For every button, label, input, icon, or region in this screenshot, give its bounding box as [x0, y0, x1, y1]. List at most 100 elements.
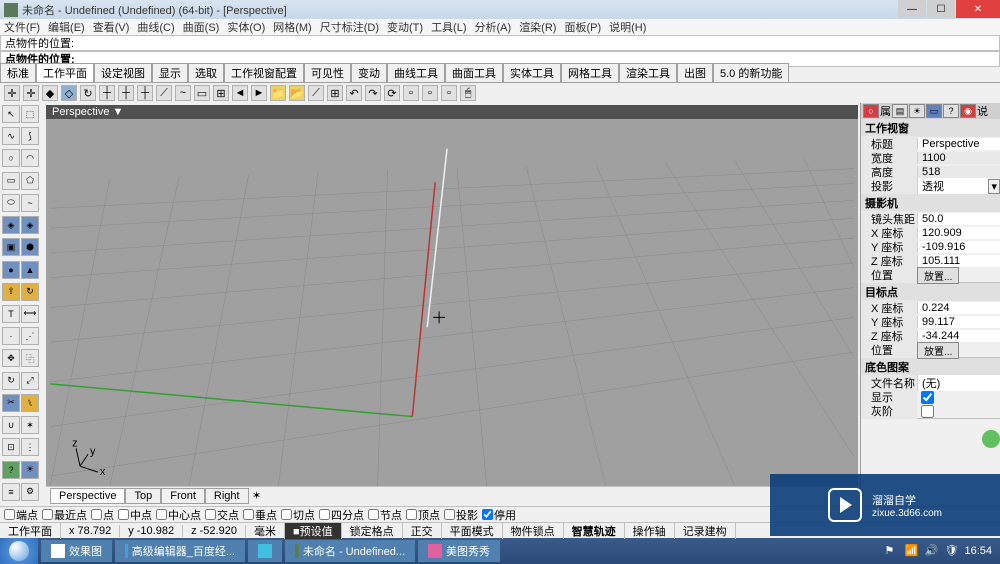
tab-curvetools[interactable]: 曲线工具 — [387, 63, 445, 82]
task-item-3[interactable] — [248, 540, 282, 562]
tab-rendertools[interactable]: 渲染工具 — [619, 63, 677, 82]
task-item-4[interactable]: 未命名 - Undefined... — [285, 540, 415, 562]
osnap-near[interactable]: 最近点 — [42, 507, 87, 523]
menu-edit[interactable]: 编辑(E) — [48, 19, 85, 35]
menu-dimension[interactable]: 尺寸标注(D) — [320, 19, 379, 35]
cplane-world-icon[interactable]: ⊞ — [213, 85, 229, 101]
cplane-origin-icon[interactable]: ◆ — [42, 85, 58, 101]
tab-solidtools[interactable]: 实体工具 — [503, 63, 561, 82]
tab-transform[interactable]: 变动 — [351, 63, 387, 82]
mouse-icon[interactable]: 🖱 — [460, 85, 476, 101]
task-item-5[interactable]: 美图秀秀 — [418, 540, 500, 562]
split-tool[interactable]: ⑊ — [21, 394, 39, 412]
status-snap[interactable]: 锁定格点 — [342, 523, 403, 539]
viewtab-add[interactable]: ✶ — [249, 489, 265, 502]
rotate-tool[interactable]: ↻ — [2, 372, 20, 390]
osnap-tan[interactable]: 切点 — [281, 507, 315, 523]
panel-tab-layers[interactable]: ▤ — [892, 104, 908, 118]
curve-tool[interactable]: ⟆ — [21, 127, 39, 145]
tab-viewport[interactable]: 工作视窗配置 — [224, 63, 304, 82]
cplane-save-icon[interactable]: 📂 — [289, 85, 305, 101]
status-planar[interactable]: 平面模式 — [442, 523, 503, 539]
tab-visibility[interactable]: 可见性 — [304, 63, 351, 82]
panel-tab-props[interactable]: ○ — [863, 104, 879, 118]
value-camy[interactable]: -109.916 — [917, 241, 1000, 253]
command-history[interactable]: 点物件的位置: — [0, 35, 1000, 51]
panel-tab-notes-icon[interactable]: ◉ — [960, 104, 976, 118]
menu-view[interactable]: 查看(V) — [93, 19, 130, 35]
menu-help[interactable]: 说明(H) — [609, 19, 646, 35]
menu-render[interactable]: 渲染(R) — [519, 19, 556, 35]
status-cplane[interactable]: 工作平面 — [0, 523, 61, 539]
menu-panels[interactable]: 面板(P) — [564, 19, 601, 35]
value-tx[interactable]: 0.224 — [917, 302, 1000, 314]
status-record[interactable]: 记录建构 — [675, 523, 736, 539]
rect-tool[interactable]: ▭ — [2, 172, 20, 190]
menu-transform[interactable]: 变动(T) — [387, 19, 423, 35]
revolve-tool[interactable]: ↻ — [21, 283, 39, 301]
move-tool[interactable]: ✥ — [2, 349, 20, 367]
status-smart[interactable]: 智慧轨迹 — [564, 523, 625, 539]
point-tool[interactable]: · — [2, 327, 20, 345]
clock[interactable]: 16:54 — [964, 545, 992, 557]
tray-shield-icon[interactable]: 🛡 — [944, 544, 958, 558]
value-camx[interactable]: 120.909 — [917, 227, 1000, 239]
button-campos[interactable]: 放置... — [917, 267, 959, 284]
start-button[interactable] — [0, 538, 38, 564]
osnap-quad[interactable]: 四分点 — [319, 507, 364, 523]
osnap-disable[interactable]: 停用 — [482, 507, 516, 523]
grid-icon[interactable]: ⊞ — [327, 85, 343, 101]
cplane-next-icon[interactable]: ► — [251, 85, 267, 101]
osnap-cen[interactable]: 中心点 — [156, 507, 201, 523]
osnap-project[interactable]: 投影 — [444, 507, 478, 523]
panel-tab-help[interactable]: ? — [943, 104, 959, 118]
cplane-named-icon[interactable]: 📁 — [270, 85, 286, 101]
tray-network-icon[interactable]: 📶 — [904, 544, 918, 558]
status-unit[interactable]: 毫米 — [246, 523, 285, 539]
viewtab-right[interactable]: Right — [205, 488, 249, 504]
cplane-view-icon[interactable]: ▭ — [194, 85, 210, 101]
tab-meshtools[interactable]: 网格工具 — [561, 63, 619, 82]
menu-analyze[interactable]: 分析(A) — [475, 19, 512, 35]
array-tool[interactable]: ⋮ — [21, 438, 39, 456]
value-ty[interactable]: 99.117 — [917, 316, 1000, 328]
osnap-vertex[interactable]: 顶点 — [406, 507, 440, 523]
status-lock[interactable]: 物件锁点 — [503, 523, 564, 539]
close-button[interactable]: ✕ — [956, 0, 1000, 18]
freeform-tool[interactable]: ~ — [21, 194, 39, 212]
trim-tool[interactable]: ✂ — [2, 394, 20, 412]
undo-icon[interactable]: ↶ — [346, 85, 362, 101]
join-tool[interactable]: ∪ — [2, 416, 20, 434]
value-file[interactable]: (无) — [917, 375, 1000, 391]
tab-select[interactable]: 选取 — [188, 63, 224, 82]
osnap-point[interactable]: 点 — [91, 507, 114, 523]
status-ortho[interactable]: 正交 — [403, 523, 442, 539]
box-tool[interactable]: ▣ — [2, 238, 20, 256]
status-gumball[interactable]: 操作轴 — [625, 523, 675, 539]
osnap-end[interactable]: 端点 — [4, 507, 38, 523]
menu-mesh[interactable]: 网格(M) — [273, 19, 312, 35]
world-front-icon[interactable]: ▫ — [422, 85, 438, 101]
value-title[interactable]: Perspective — [917, 138, 1000, 150]
projection-dropdown-icon[interactable]: ▾ — [988, 179, 1000, 194]
cylinder-tool[interactable]: ⬢ — [21, 238, 39, 256]
layer-tool[interactable]: ≡ — [2, 483, 20, 501]
scale-tool[interactable]: ⤢ — [21, 372, 39, 390]
tab-surfacetools[interactable]: 曲面工具 — [445, 63, 503, 82]
sphere-tool[interactable]: ● — [2, 261, 20, 279]
value-camz[interactable]: 105.111 — [917, 255, 1000, 267]
analyze-tool[interactable]: ? — [2, 461, 20, 479]
pointer-tool[interactable]: ↖ — [2, 105, 20, 123]
cplane-icon[interactable]: ✛ — [4, 85, 20, 101]
redo-icon[interactable]: ↷ — [365, 85, 381, 101]
task-item-1[interactable]: 效果图 — [41, 540, 112, 562]
osnap-int[interactable]: 交点 — [205, 507, 239, 523]
uplane-icon[interactable]: ⟋ — [308, 85, 324, 101]
tab-standard[interactable]: 标准 — [0, 63, 36, 82]
dim-tool[interactable]: ⟷ — [21, 305, 39, 323]
viewtab-perspective[interactable]: Perspective — [50, 488, 125, 504]
circle-tool[interactable]: ○ — [2, 149, 20, 167]
polygon-tool[interactable]: ⬠ — [21, 172, 39, 190]
osnap-mid[interactable]: 中点 — [118, 507, 152, 523]
lasso-tool[interactable]: ⬚ — [21, 105, 39, 123]
